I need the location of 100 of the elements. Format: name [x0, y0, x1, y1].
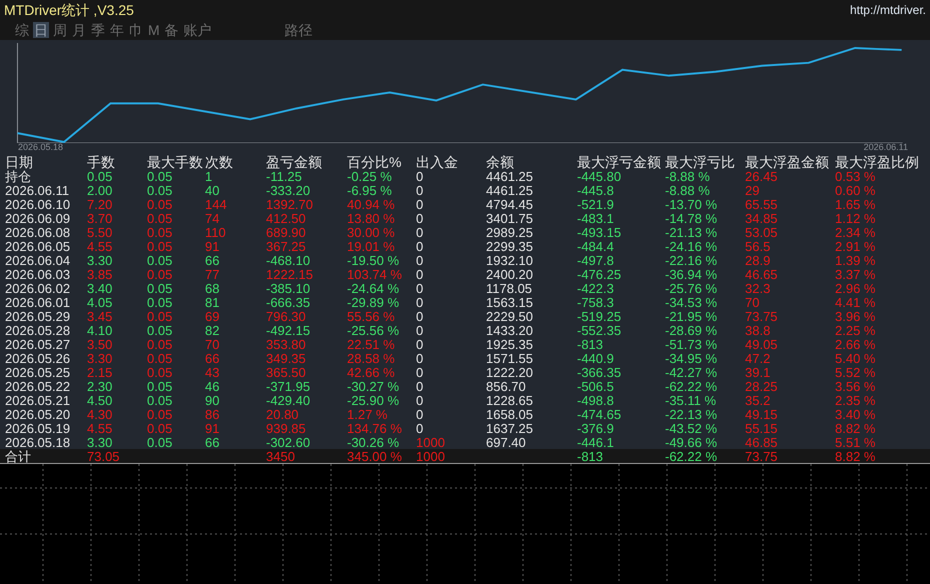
table-cell-text: 68 — [205, 282, 220, 294]
table-cell-text: 4.10 — [87, 324, 114, 336]
table-cell-text: 2026.05.22 — [5, 380, 72, 392]
path-tab[interactable]: 路径 — [284, 23, 314, 37]
table-cell-text: 796.30 — [266, 310, 307, 322]
table-cell-text: 4461.25 — [486, 170, 534, 182]
period-tab[interactable]: 周 — [52, 22, 68, 38]
table-cell-text: -19.50 % — [347, 254, 400, 266]
table-cell-text: 66 — [205, 352, 220, 364]
table-cell-text: -552.35 — [577, 324, 622, 336]
table-cell-text: 689.90 — [266, 226, 307, 238]
period-tab[interactable]: 季 — [90, 22, 106, 38]
table-cell-text: 66 — [205, 254, 220, 266]
table-cell-text: -24.16 % — [665, 240, 718, 252]
table-cell-text: 0 — [416, 394, 424, 406]
table-cell-text: 86 — [205, 408, 220, 420]
table-cell-text: 2.00 — [87, 184, 114, 196]
table-cell-text: 0.05 — [147, 338, 174, 350]
table-cell-text: 66 — [205, 436, 220, 448]
table-cell-text: 40.94 % — [347, 198, 396, 210]
table-cell-text: -24.64 % — [347, 282, 400, 294]
table-cell-text: 4.50 — [87, 394, 114, 406]
table-cell-text: 2.30 — [87, 380, 114, 392]
table-cell-text: 28.58 % — [347, 352, 396, 364]
period-tab[interactable]: 月 — [71, 22, 87, 38]
table-cell-text: 1228.65 — [486, 394, 534, 406]
table-cell-text: -30.27 % — [347, 380, 400, 392]
table-cell-text: -22.13 % — [665, 408, 718, 420]
table-cell-text: 2026.06.11 — [5, 184, 70, 196]
table-cell-text: 0 — [416, 212, 424, 224]
column-header: 手数 — [87, 155, 116, 169]
column-header: 日期 — [5, 155, 34, 169]
table-cell-text: 19.01 % — [347, 240, 396, 252]
table-cell-text: 90 — [205, 394, 220, 406]
table-cell-text: 49.15 — [745, 408, 779, 420]
column-header: 百分比% — [347, 155, 402, 169]
table-cell-text: 4.05 — [87, 296, 114, 308]
table-cell-text: -8.88 % — [665, 184, 711, 196]
table-cell-text: 0.53 % — [835, 170, 876, 182]
table-cell-text: -498.8 — [577, 394, 615, 406]
period-tab[interactable]: 日 — [33, 22, 49, 38]
table-cell-text: -13.70 % — [665, 198, 718, 210]
table-cell-text: 1571.55 — [486, 352, 534, 364]
table-cell-text: 81 — [205, 296, 220, 308]
table-cell-text: 29 — [745, 184, 760, 196]
table-cell-text: 43 — [205, 366, 220, 378]
table-cell-text: 20.80 — [266, 408, 300, 420]
table-cell-text: 1.65 % — [835, 198, 876, 210]
table-cell-text: 39.1 — [745, 366, 772, 378]
table-cell-text: 70 — [745, 296, 760, 308]
website-link[interactable]: http://mtdriver. — [850, 4, 926, 16]
table-cell-text: 2.15 — [87, 366, 114, 378]
table-cell-text: 0.05 — [147, 422, 174, 434]
table-cell-text: 91 — [205, 240, 220, 252]
table-cell-text: 4.55 — [87, 422, 114, 434]
table-cell-text: 0.60 % — [835, 184, 876, 196]
column-header: 最大浮盈金额 — [745, 155, 830, 169]
table-cell-text: -371.95 — [266, 380, 312, 392]
table-cell-text: 856.70 — [486, 380, 527, 392]
table-cell-text: 5.50 — [87, 226, 114, 238]
table-cell-text: 2989.25 — [486, 226, 534, 238]
table-cell-text: 4.41 % — [835, 296, 876, 308]
table-cell-text: 144 — [205, 198, 228, 210]
table-cell-text: -21.13 % — [665, 226, 718, 238]
table-cell-text: 82 — [205, 324, 220, 336]
table-cell-text: 3.40 % — [835, 408, 876, 420]
table-cell-text: -445.8 — [577, 184, 615, 196]
table-cell-text: -21.95 % — [665, 310, 718, 322]
period-tab[interactable]: 备 — [164, 22, 180, 38]
table-cell-text: 持仓 — [5, 170, 31, 182]
table-cell-text: 1222.15 — [266, 268, 314, 280]
table-cell-text: 110 — [205, 226, 227, 238]
period-tab[interactable]: 巾 — [128, 22, 144, 38]
period-tab[interactable]: 年 — [109, 22, 125, 38]
table-cell-text: 939.85 — [266, 422, 307, 434]
table-cell-text: -758.3 — [577, 296, 615, 308]
table-cell-text: 4461.25 — [486, 184, 534, 196]
table-cell-text: -493.15 — [577, 226, 622, 238]
column-header: 出入金 — [416, 155, 459, 169]
column-header: 最大手数 — [147, 155, 204, 169]
table-cell-text: -440.9 — [577, 352, 615, 364]
table-cell-text: -476.25 — [577, 268, 622, 280]
table-cell-text: 3.85 — [87, 268, 114, 280]
table-cell-text: 1 — [205, 170, 212, 182]
table-cell-text: 0.05 — [147, 212, 174, 224]
table-cell-text: 3.56 % — [835, 380, 876, 392]
table-cell-text: -483.1 — [577, 212, 615, 224]
table-cell-text: 0 — [416, 184, 424, 196]
period-tab[interactable]: 综 — [14, 22, 30, 38]
period-tab[interactable]: M — [147, 22, 161, 38]
column-header: 余额 — [486, 155, 515, 169]
column-header: 盈亏金额 — [266, 155, 323, 169]
table-cell-text: 2400.20 — [486, 268, 534, 280]
table-cell-text: 3401.75 — [486, 212, 534, 224]
period-tab[interactable]: 账户 — [182, 22, 213, 38]
table-cell-text: 1000 — [416, 436, 446, 448]
table-cell-text: 8.82 % — [835, 422, 876, 434]
table-cell-text: -506.5 — [577, 380, 615, 392]
table-cell-text: 2026.05.29 — [5, 310, 72, 322]
table-cell-text: 0.05 — [147, 240, 174, 252]
